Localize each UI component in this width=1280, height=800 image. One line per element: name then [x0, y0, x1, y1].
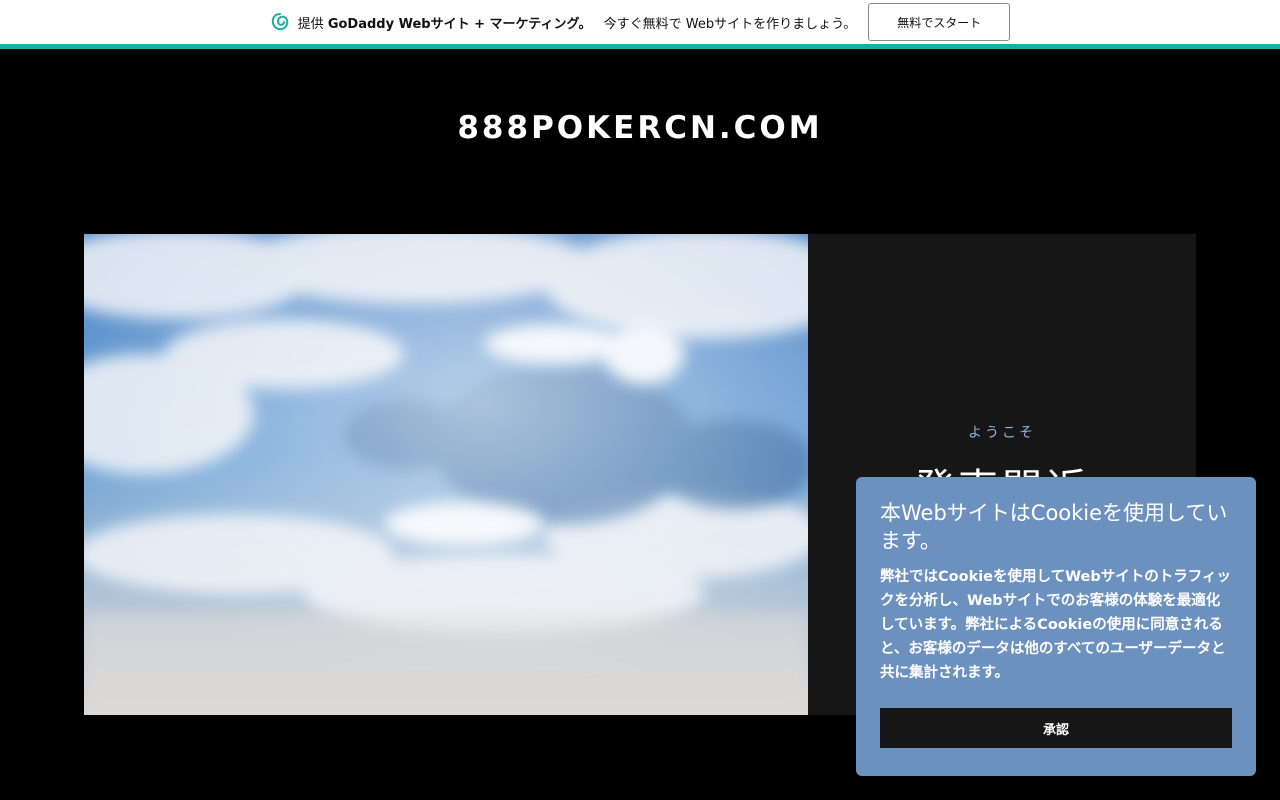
cookie-title: 本WebサイトはCookieを使用しています。: [880, 501, 1228, 553]
cookie-body: 弊社ではCookieを使用してWebサイトのトラフィックを分析し、Webサイトで…: [880, 569, 1231, 681]
sky-clouds-image: [84, 234, 808, 715]
cookie-banner: 本WebサイトはCookieを使用しています。 弊社ではCookieを使用してW…: [856, 477, 1256, 776]
cookie-accept-button[interactable]: 承認: [880, 708, 1232, 748]
promo-bar: 提供 GoDaddy Webサイト + マーケティング。 今すぐ無料で Webサ…: [0, 0, 1280, 49]
site-title[interactable]: 888POKERCN.COM: [0, 110, 1280, 146]
promo-cta-text: 今すぐ無料で Webサイトを作りましょう。: [603, 16, 857, 32]
promo-text: 提供 GoDaddy Webサイト + マーケティング。 今すぐ無料で Webサ…: [298, 13, 857, 32]
provided-by-label: 提供: [297, 16, 324, 32]
welcome-label: ようこそ: [968, 425, 1036, 441]
free-start-button[interactable]: 無料でスタート: [868, 3, 1011, 41]
godaddy-logo-icon[interactable]: [270, 12, 290, 32]
brand-label[interactable]: GoDaddy Webサイト + マーケティング。: [328, 17, 592, 32]
